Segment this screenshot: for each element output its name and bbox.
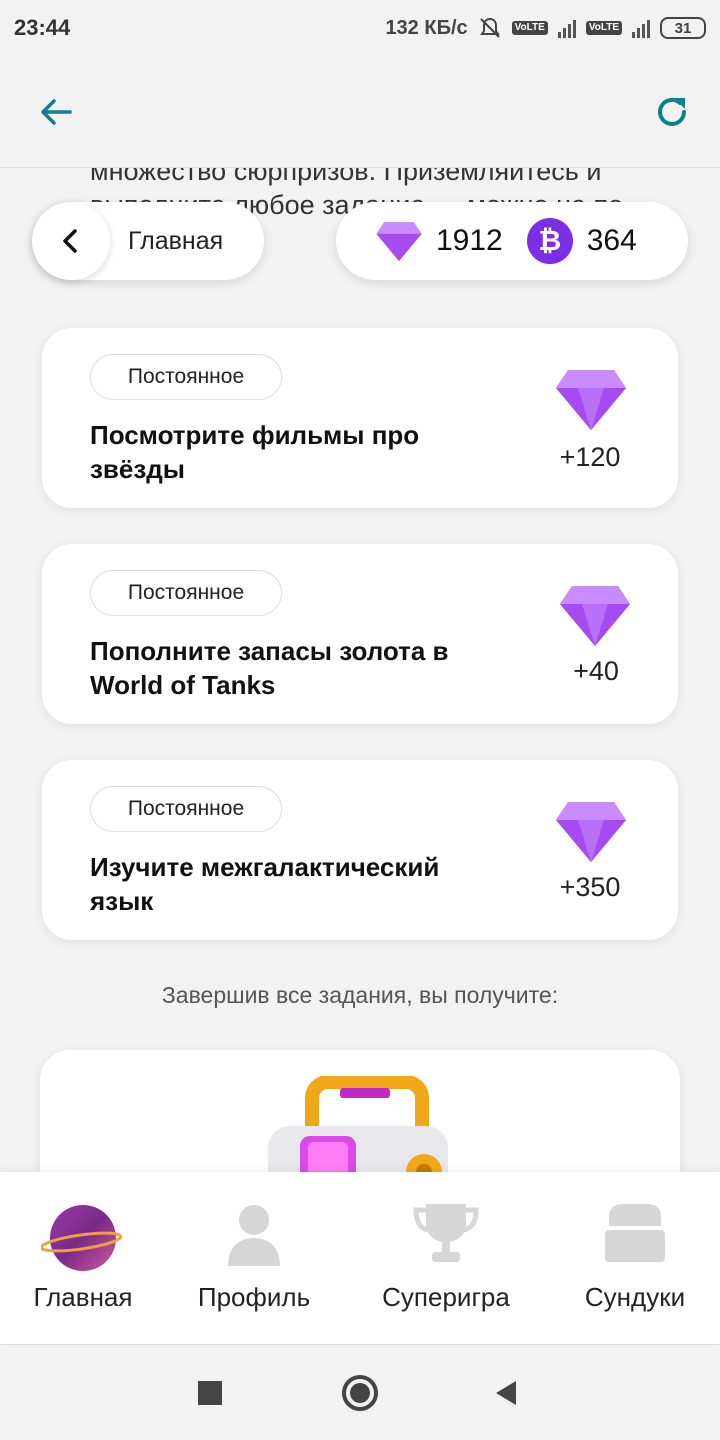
gem-balance: 1912: [436, 224, 503, 257]
status-indicators: 132 КБ/с VoLTE VoLTE 31: [385, 16, 706, 40]
recent-apps-button[interactable]: [186, 1369, 234, 1417]
gem-icon: [376, 222, 422, 261]
nav-label: Главная: [33, 1282, 133, 1312]
chevron-left-icon: [63, 229, 77, 253]
trophy-icon: [413, 1204, 479, 1262]
gem-icon: [556, 370, 626, 430]
square-icon: [198, 1381, 222, 1405]
battery-icon: 31: [660, 17, 706, 39]
coin-icon: ₿: [526, 218, 573, 264]
chest-icon: [268, 1076, 448, 1172]
task-card[interactable]: Постоянное Пополните запасы золота в Wor…: [42, 544, 678, 724]
home-button[interactable]: [336, 1369, 384, 1417]
task-badge: Постоянное: [90, 570, 282, 616]
person-icon: [228, 1205, 280, 1266]
task-badge: Постоянное: [90, 786, 282, 832]
sim1-lte-icon: VoLTE: [511, 21, 548, 35]
arrow-left-icon: [41, 99, 72, 125]
task-card[interactable]: Постоянное Посмотрите фильмы про звёзды …: [42, 328, 678, 508]
nav-label: Суперигра: [382, 1282, 510, 1312]
content-area[interactable]: множество сюрпризов. Приземляйтесь и вып…: [0, 168, 720, 1172]
signal1-icon: [557, 18, 576, 38]
gem-icon: [556, 802, 626, 862]
nav-item-profile[interactable]: Профиль: [166, 1172, 342, 1344]
task-title: Пополните запасы золота в World of Tanks: [90, 636, 449, 700]
task-title: Посмотрите фильмы про звёзды: [90, 420, 420, 484]
status-time: 23:44: [14, 15, 71, 40]
coin-balance: 364: [586, 224, 637, 257]
app-header: [0, 56, 720, 168]
completion-text: Завершив все задания, вы получите:: [161, 982, 559, 1008]
chest-icon: [605, 1204, 665, 1262]
refresh-button[interactable]: [644, 84, 700, 140]
nav-label: Сундуки: [584, 1282, 686, 1312]
status-bar: 23:44 132 КБ/с VoLTE VoLTE 31: [0, 0, 720, 56]
signal2-icon: [632, 18, 650, 38]
task-title: Изучите межгалактический язык: [90, 852, 440, 916]
task-card[interactable]: Постоянное Изучите межгалактический язык…: [42, 760, 678, 940]
task-reward: +350: [559, 872, 621, 902]
bottom-nav: Главная Профиль Суперигра Сундуки: [0, 1172, 720, 1344]
balance-pill: 1912 ₿ 364: [336, 202, 688, 280]
task-badge: Постоянное: [90, 354, 282, 400]
network-speed: 132 КБ/с: [385, 16, 468, 39]
task-reward: +120: [559, 442, 621, 472]
breadcrumb-label: Главная: [128, 226, 224, 255]
gem-icon: [560, 586, 630, 646]
system-nav-bar: [0, 1344, 720, 1440]
triangle-back-icon: [496, 1381, 516, 1405]
system-back-button[interactable]: [482, 1369, 530, 1417]
pill-back-button[interactable]: [32, 202, 110, 280]
reward-chest-card[interactable]: [40, 1050, 680, 1172]
nav-item-home[interactable]: Главная: [0, 1172, 166, 1344]
refresh-icon: [658, 97, 686, 126]
nav-item-supergame[interactable]: Суперигра: [342, 1172, 550, 1344]
breadcrumb-pill[interactable]: Главная: [32, 202, 264, 280]
circle-icon: [342, 1375, 378, 1411]
mute-bell-icon: [479, 17, 500, 38]
nav-item-chests[interactable]: Сундуки: [550, 1172, 720, 1344]
planet-icon: [41, 1205, 123, 1271]
nav-label: Профиль: [197, 1282, 311, 1312]
back-button[interactable]: [28, 84, 84, 140]
sim2-lte-icon: VoLTE: [585, 21, 622, 35]
task-reward: +40: [573, 656, 619, 686]
